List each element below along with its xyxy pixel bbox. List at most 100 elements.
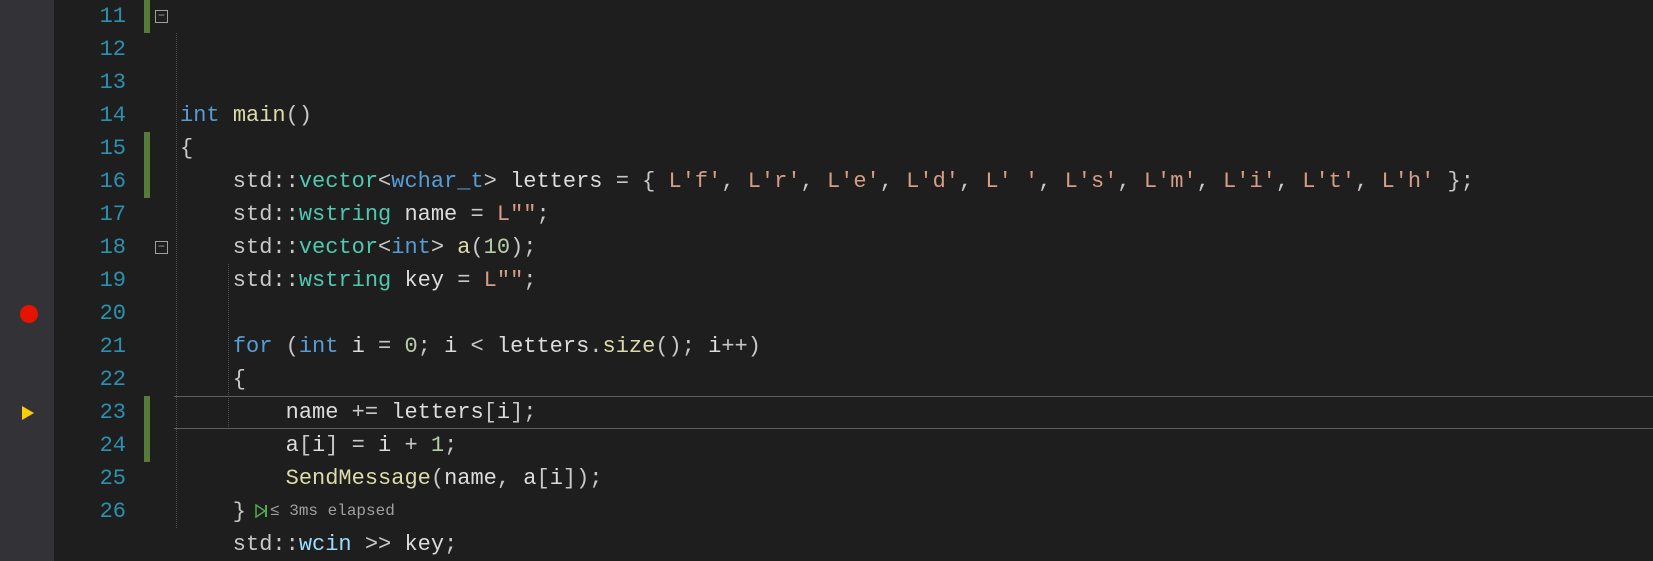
margin-row[interactable] bbox=[12, 429, 54, 462]
code-line[interactable]: { bbox=[174, 132, 1653, 165]
collapse-region-icon[interactable]: − bbox=[155, 241, 168, 254]
token-kw: wchar_t bbox=[391, 169, 483, 194]
change-mark-slot bbox=[142, 429, 152, 462]
change-mark-slot bbox=[142, 231, 152, 264]
token-kw: int bbox=[180, 103, 220, 128]
line-number[interactable]: 22 bbox=[54, 363, 126, 396]
code-line[interactable]: std::vector<int> a(10); bbox=[174, 231, 1653, 264]
code-editor[interactable]: 11121314151617181920212223242526 −− int … bbox=[0, 0, 1653, 561]
code-line[interactable]: }≤ 3ms elapsed bbox=[174, 495, 1653, 528]
token-pl bbox=[180, 400, 286, 425]
line-number[interactable]: 21 bbox=[54, 330, 126, 363]
margin-row[interactable] bbox=[12, 363, 54, 396]
line-number[interactable]: 14 bbox=[54, 99, 126, 132]
token-st: L'd' bbox=[906, 169, 959, 194]
change-mark-slot bbox=[142, 0, 152, 33]
line-number[interactable]: 15 bbox=[54, 132, 126, 165]
token-pl: = bbox=[444, 268, 484, 293]
code-line[interactable]: name += letters[i]; bbox=[174, 396, 1653, 429]
token-pl: std bbox=[180, 235, 272, 260]
line-number[interactable]: 25 bbox=[54, 462, 126, 495]
token-pl: < bbox=[378, 235, 391, 260]
code-line[interactable]: int main() bbox=[174, 99, 1653, 132]
outlining-margin[interactable]: −− bbox=[152, 0, 174, 561]
perf-tip[interactable]: ≤ 3ms elapsed bbox=[246, 502, 395, 520]
margin-row[interactable] bbox=[12, 264, 54, 297]
token-pl: . bbox=[589, 334, 602, 359]
token-pl: , bbox=[1038, 169, 1064, 194]
line-number[interactable]: 12 bbox=[54, 33, 126, 66]
token-pl bbox=[180, 433, 286, 458]
token-ty: wstring bbox=[299, 268, 391, 293]
margin-row[interactable] bbox=[12, 132, 54, 165]
token-pl: ; bbox=[418, 334, 444, 359]
line-number[interactable]: 24 bbox=[54, 429, 126, 462]
margin-row[interactable] bbox=[12, 99, 54, 132]
token-id: i bbox=[352, 334, 365, 359]
code-line[interactable]: std::wcin >> key; bbox=[174, 528, 1653, 561]
change-mark-slot bbox=[142, 33, 152, 66]
token-pl: std bbox=[180, 202, 272, 227]
fold-slot bbox=[152, 132, 174, 165]
token-pl bbox=[180, 334, 233, 359]
change-mark-slot bbox=[142, 462, 152, 495]
line-number[interactable]: 26 bbox=[54, 495, 126, 528]
line-number[interactable]: 20 bbox=[54, 297, 126, 330]
code-area[interactable]: int main(){ std::vector<wchar_t> letters… bbox=[174, 0, 1653, 561]
margin-row[interactable] bbox=[12, 231, 54, 264]
code-line[interactable] bbox=[174, 297, 1653, 330]
margin-row[interactable] bbox=[12, 165, 54, 198]
margin-row[interactable] bbox=[12, 462, 54, 495]
change-mark-slot bbox=[142, 99, 152, 132]
run-to-click-icon[interactable] bbox=[254, 504, 268, 518]
token-pl: , bbox=[1117, 169, 1143, 194]
token-pl: () bbox=[286, 103, 312, 128]
token-pl: , bbox=[721, 169, 747, 194]
token-pl: = { bbox=[603, 169, 669, 194]
code-line[interactable]: { bbox=[174, 363, 1653, 396]
token-id: a bbox=[286, 433, 299, 458]
line-number[interactable]: 13 bbox=[54, 66, 126, 99]
margin-row[interactable] bbox=[12, 297, 54, 330]
code-line[interactable]: SendMessage(name, a[i]); bbox=[174, 462, 1653, 495]
line-number[interactable]: 11 bbox=[54, 0, 126, 33]
token-kw: for bbox=[233, 334, 273, 359]
token-pl: { bbox=[180, 136, 193, 161]
token-id: i bbox=[444, 334, 457, 359]
code-line[interactable]: a[i] = i + 1; bbox=[174, 429, 1653, 462]
code-line[interactable]: std::wstring key = L""; bbox=[174, 264, 1653, 297]
change-mark-slot bbox=[142, 330, 152, 363]
token-pl: < bbox=[378, 169, 391, 194]
margin-row[interactable] bbox=[12, 396, 54, 429]
fold-slot bbox=[152, 363, 174, 396]
breakpoint-margin[interactable] bbox=[12, 0, 54, 561]
line-number[interactable]: 16 bbox=[54, 165, 126, 198]
token-st: L'm' bbox=[1144, 169, 1197, 194]
collapse-region-icon[interactable]: − bbox=[155, 10, 168, 23]
code-line[interactable]: std::vector<wchar_t> letters = { L'f', L… bbox=[174, 165, 1653, 198]
token-id: letters bbox=[510, 169, 602, 194]
margin-row[interactable] bbox=[12, 0, 54, 33]
line-number[interactable]: 18 bbox=[54, 231, 126, 264]
token-kw: int bbox=[391, 235, 431, 260]
token-st: L'i' bbox=[1223, 169, 1276, 194]
line-number[interactable]: 19 bbox=[54, 264, 126, 297]
change-mark-slot bbox=[142, 132, 152, 165]
line-number-gutter[interactable]: 11121314151617181920212223242526 bbox=[54, 0, 142, 561]
token-pl: [ bbox=[536, 466, 549, 491]
margin-row[interactable] bbox=[12, 33, 54, 66]
code-line[interactable]: std::wstring name = L""; bbox=[174, 198, 1653, 231]
token-id: i bbox=[378, 433, 391, 458]
token-pl: ]); bbox=[563, 466, 603, 491]
breakpoint-icon[interactable] bbox=[20, 305, 38, 323]
margin-row[interactable] bbox=[12, 330, 54, 363]
margin-row[interactable] bbox=[12, 495, 54, 528]
token-ty: vector bbox=[299, 169, 378, 194]
token-pl: = bbox=[457, 202, 497, 227]
margin-row[interactable] bbox=[12, 66, 54, 99]
line-number[interactable]: 17 bbox=[54, 198, 126, 231]
line-number[interactable]: 23 bbox=[54, 396, 126, 429]
token-pl: > bbox=[431, 235, 457, 260]
code-line[interactable]: for (int i = 0; i < letters.size(); i++) bbox=[174, 330, 1653, 363]
margin-row[interactable] bbox=[12, 198, 54, 231]
